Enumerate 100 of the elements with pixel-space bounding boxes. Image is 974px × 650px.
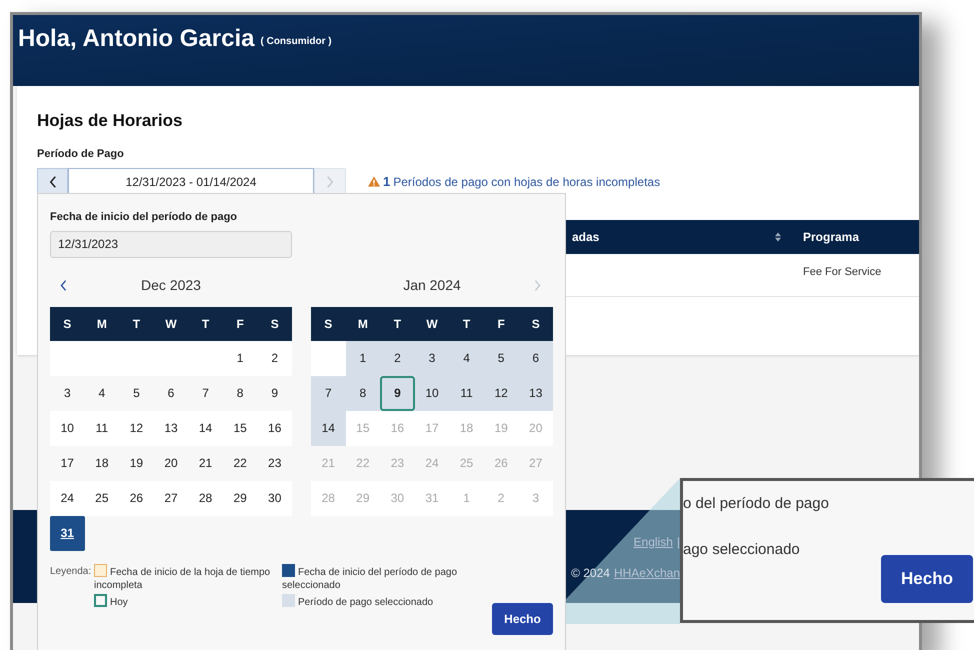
calendar-day[interactable]: 5 [484,340,518,376]
calendar-day[interactable]: 2 [257,340,292,376]
calendar-day[interactable]: 11 [449,376,484,410]
calendar-day[interactable]: 23 [257,446,292,480]
month-title: Dec 2023 [141,276,201,295]
calendar-day[interactable]: 19 [119,446,154,480]
calendar-day[interactable]: 27 [154,480,188,516]
role-label: ( Consumidor ) [260,35,332,49]
calendar-day: 25 [449,446,484,480]
previous-month-button[interactable] [60,280,67,291]
weekday-header: M [356,316,369,332]
calendar-day[interactable]: 28 [188,480,223,516]
calendar-day[interactable]: 13 [154,410,188,446]
calendar-day[interactable]: 4 [449,340,484,376]
calendar-day: 16 [380,410,415,446]
calendar-day[interactable]: 1 [346,340,380,376]
calendar-day[interactable]: 13 [518,376,553,410]
calendar-day[interactable]: 1 [222,340,258,376]
pay-period-field[interactable]: 12/31/2023 - 01/14/2024 [68,168,314,195]
calendar-day[interactable]: 29 [222,480,258,516]
previous-period-button[interactable] [37,168,68,195]
warning-count: 1 [383,172,390,191]
calendar-day[interactable]: 5 [119,376,154,410]
calendar-day: 27 [518,446,553,480]
weekday-header: T [132,316,142,332]
calendar-day: 2 [484,480,518,516]
weekday-header: W [164,316,178,332]
calendar-day: 23 [380,446,415,480]
weekday-header: S [323,316,334,332]
calendar-day[interactable]: 7 [188,376,223,410]
calendar-day[interactable]: 3 [414,340,450,376]
calendar-day: 24 [414,446,450,480]
weekday-header: F [235,316,245,332]
legend-text: Fecha de inicio del período de pago seleccionado [282,566,458,590]
legend-title: Leyenda: [50,564,92,578]
calendar-day[interactable]: 6 [154,376,188,410]
start-date-field[interactable]: 12/31/2023 [50,230,292,258]
weekday-header: T [200,316,210,332]
calendar-day[interactable]: 8 [346,376,380,410]
calendar-day[interactable]: 10 [414,376,450,410]
chevron-left-icon [60,280,67,291]
callout-text: o del período de pago [683,494,830,514]
legend-text: Hoy [110,596,128,608]
calendar-day[interactable]: 4 [84,376,120,410]
start-date-label: Fecha de inicio del período de pago [50,210,238,225]
warning-icon [368,176,380,187]
greeting-title: Hola, Antonio Garcia [18,24,254,54]
calendar-day[interactable]: 20 [154,446,188,480]
calendar-day[interactable]: 21 [188,446,223,480]
calendar-day[interactable]: 26 [119,480,154,516]
done-button[interactable]: Hecho [881,555,973,603]
calendar-day[interactable]: 30 [257,480,292,516]
calendar-day[interactable]: 12 [119,410,154,446]
calendar-day[interactable]: 31 [50,516,85,550]
column-header: Programa [803,229,860,246]
calendar-day[interactable]: 25 [84,480,120,516]
calendar-day[interactable]: 16 [257,410,292,446]
calendar-day[interactable]: 8 [222,376,258,410]
calendar-day: 3 [518,480,553,516]
weekday-header: T [462,316,472,332]
calendar-day[interactable]: 11 [84,410,120,446]
calendar-day[interactable]: 3 [50,376,85,410]
calendar-day: 1 [449,480,484,516]
calendar-day[interactable]: 18 [84,446,120,480]
calendar-day: 18 [449,410,484,446]
pay-period-label: Período de Pago [37,146,125,162]
calendar-day[interactable]: 15 [222,410,258,446]
calendar-day[interactable]: 2 [380,340,415,376]
calendar-day[interactable]: 6 [518,340,553,376]
incomplete-periods-link[interactable]: Períodos de pago con hojas de horas incompletas [393,172,660,190]
calendar-day[interactable]: 22 [222,446,258,480]
done-button[interactable]: Hecho [492,602,553,634]
calendar-day[interactable]: 9 [257,376,292,410]
month-title: Jan 2024 [403,276,461,295]
calendar-day[interactable]: 7 [311,376,346,410]
chevron-left-icon [48,176,56,188]
sort-icon[interactable] [775,232,781,242]
calendar-day[interactable]: 12 [484,376,518,410]
weekday-header: M [96,316,108,332]
legend-text: Fecha de inicio de la hoja de tiempo incompleta [94,566,270,590]
calendar-day: 21 [311,446,346,480]
calendar-day: 26 [484,446,518,480]
calendar-day[interactable]: 17 [50,446,85,480]
calendar-day[interactable]: 9 [380,376,415,410]
weekday-header: S [270,316,280,332]
calendar-day: 22 [346,446,380,480]
calendar-day[interactable]: 14 [311,410,346,446]
calendar-day: 15 [346,410,380,446]
calendar-day: 28 [311,480,346,516]
weekday-header: W [425,316,439,332]
page-title: Hojas de Horarios [37,110,184,132]
calendar-day[interactable]: 14 [188,410,223,446]
calendar-day[interactable]: 10 [50,410,85,446]
calendar-day: 29 [346,480,380,516]
callout-text: ago seleccionado [683,540,801,560]
calendar-day: 30 [380,480,415,516]
weekday-header: T [392,316,402,332]
calendar-day: 20 [518,410,553,446]
calendar-day: 17 [414,410,450,446]
calendar-day[interactable]: 24 [50,480,85,516]
